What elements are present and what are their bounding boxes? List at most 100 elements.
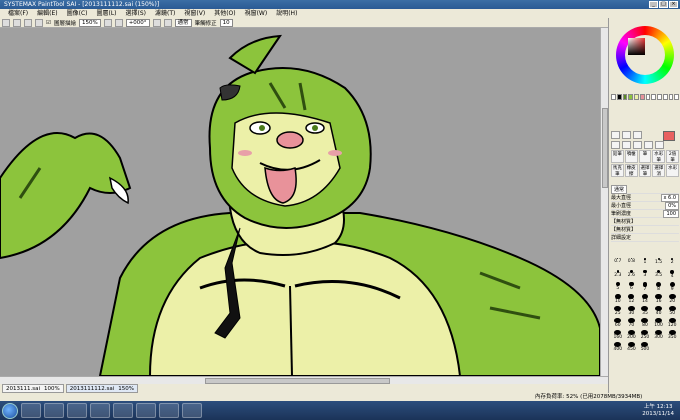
brush-size-preset[interactable]: 30	[625, 306, 639, 316]
brush-size-preset[interactable]: 20	[665, 294, 679, 304]
stabilizer-checkbox[interactable]: ☑	[46, 20, 51, 26]
move-tool-icon[interactable]	[611, 141, 620, 149]
minimize-button[interactable]: _	[649, 1, 658, 8]
window-icon[interactable]	[159, 403, 179, 418]
brush-size-preset[interactable]: 9	[665, 282, 679, 292]
brush-size-preset[interactable]: 2	[665, 258, 679, 268]
start-button[interactable]	[2, 402, 18, 419]
brush-size-preset[interactable]: 12	[625, 294, 639, 304]
media-icon[interactable]	[90, 403, 110, 418]
brush-tool[interactable]: 水彩筆	[652, 150, 666, 163]
brush-size-preset[interactable]: 350	[665, 330, 679, 340]
drawing-canvas[interactable]	[0, 28, 600, 376]
swatch[interactable]	[622, 94, 628, 100]
brush-size-preset[interactable]: 35	[638, 306, 652, 316]
angle-field[interactable]: +000°	[125, 18, 150, 27]
vertical-scrollbar[interactable]	[600, 28, 608, 376]
brush-size-preset[interactable]: 80	[638, 318, 652, 328]
redo-icon[interactable]	[35, 18, 43, 27]
brush-size-preset[interactable]: 400	[611, 342, 625, 352]
brush-size-preset[interactable]: 1.5	[652, 258, 666, 268]
file-tab[interactable]: 2013111.sai 100%	[2, 384, 64, 393]
rotate-tool-icon[interactable]	[633, 141, 642, 149]
brush-size-preset[interactable]: 0.8	[625, 258, 639, 268]
mode-select[interactable]: 通常	[174, 18, 192, 27]
brush-size-preset[interactable]: 70	[625, 318, 639, 328]
brush-tool[interactable]: 鉛筆	[611, 150, 624, 163]
stabilizer-field[interactable]: 10	[219, 18, 233, 27]
maximize-button[interactable]: □	[659, 1, 668, 8]
deselect-icon[interactable]	[13, 18, 21, 27]
menu-item[interactable]: 視窗(W)	[245, 9, 268, 18]
selection-icon[interactable]	[2, 18, 10, 27]
close-button[interactable]: ×	[669, 1, 678, 8]
swatch[interactable]	[616, 94, 622, 100]
swatch[interactable]	[668, 94, 674, 100]
brush-size-preset[interactable]: 2.3	[611, 270, 625, 280]
property-label[interactable]: 【無材質】	[611, 218, 636, 225]
system-clock[interactable]: 上午 12:13 2013/11/14	[642, 404, 674, 417]
menu-item[interactable]: 編輯(E)	[37, 9, 57, 18]
brush-tool[interactable]: 2值筆	[666, 150, 679, 163]
property-value[interactable]: x 6.0	[660, 193, 679, 202]
brush-tool[interactable]: 馬克筆	[611, 164, 624, 177]
undo-icon[interactable]	[24, 18, 32, 27]
explorer-icon[interactable]	[21, 403, 41, 418]
swatch[interactable]	[645, 94, 651, 100]
horizontal-scrollbar[interactable]	[0, 376, 608, 384]
brush-tool[interactable]: 噴槍	[624, 150, 638, 163]
paint-tool-sai-icon[interactable]	[182, 403, 202, 418]
menu-item[interactable]: 檔案(F)	[8, 9, 28, 18]
brush-size-preset[interactable]: 100	[652, 318, 666, 328]
brush-size-preset[interactable]: 300	[652, 330, 666, 340]
menu-item[interactable]: 圖像(C)	[67, 9, 88, 18]
menu-item[interactable]: 其他(O)	[214, 9, 235, 18]
brush-tool[interactable]: 橡皮擦	[624, 164, 638, 177]
swatch[interactable]	[657, 94, 662, 100]
swatch[interactable]	[674, 94, 679, 100]
wand-tool-icon[interactable]	[633, 131, 642, 139]
brush-size-preset[interactable]: 160	[611, 330, 625, 340]
zoom-field[interactable]: 150%	[78, 18, 101, 27]
menu-item[interactable]: 圖層(L)	[97, 9, 117, 18]
select-tool-icon[interactable]	[611, 131, 620, 139]
swatch[interactable]	[628, 94, 633, 100]
swatch[interactable]	[651, 94, 656, 100]
brush-size-preset[interactable]: 14	[638, 294, 652, 304]
brush-size-preset[interactable]: 10	[611, 294, 625, 304]
brush-size-preset[interactable]: 8	[652, 282, 666, 292]
property-value[interactable]: 100	[663, 209, 679, 218]
brush-size-preset[interactable]: 250	[638, 330, 652, 340]
brush-size-preset[interactable]: 0.7	[611, 258, 625, 268]
brush-size-preset[interactable]: 50	[665, 306, 679, 316]
menu-item[interactable]: 視窗(V)	[184, 9, 205, 18]
brush-size-preset[interactable]: 500	[638, 342, 652, 352]
lasso-tool-icon[interactable]	[622, 131, 631, 139]
brush-size-preset[interactable]: 40	[652, 306, 666, 316]
swatch[interactable]	[611, 94, 616, 100]
current-color-swatch[interactable]	[663, 131, 675, 141]
brush-size-preset[interactable]: 25	[611, 306, 625, 316]
brush-size-preset[interactable]: 1	[638, 258, 652, 268]
skype-icon[interactable]	[113, 403, 133, 418]
brush-mode-select[interactable]: 通常	[611, 185, 628, 194]
brush-size-preset[interactable]: 2.6	[625, 270, 639, 280]
menu-item[interactable]: 濾鏡(T)	[155, 9, 175, 18]
brush-size-preset[interactable]: 7	[638, 282, 652, 292]
brush-size-preset[interactable]: 16	[652, 294, 666, 304]
brush-size-preset[interactable]: 60	[611, 318, 625, 328]
color-wheel[interactable]	[616, 26, 674, 84]
rotate-icon[interactable]	[152, 18, 161, 27]
zoom-in-icon[interactable]	[103, 18, 112, 27]
eyedropper-tool-icon[interactable]	[655, 141, 664, 149]
app-icon[interactable]	[136, 403, 156, 418]
brush-size-preset[interactable]: 3.5	[652, 270, 666, 280]
menu-item[interactable]: 選擇(S)	[126, 9, 147, 18]
brush-tool[interactable]: 選擇消	[652, 164, 666, 177]
brush-tool[interactable]: 筆	[638, 150, 652, 163]
brush-size-preset[interactable]: 3	[638, 270, 652, 280]
file-tab-active[interactable]: 2013111112.sai 150%	[65, 384, 138, 393]
hand-tool-icon[interactable]	[644, 141, 653, 149]
flip-icon[interactable]	[163, 18, 172, 27]
property-value[interactable]: 0%	[665, 201, 679, 210]
